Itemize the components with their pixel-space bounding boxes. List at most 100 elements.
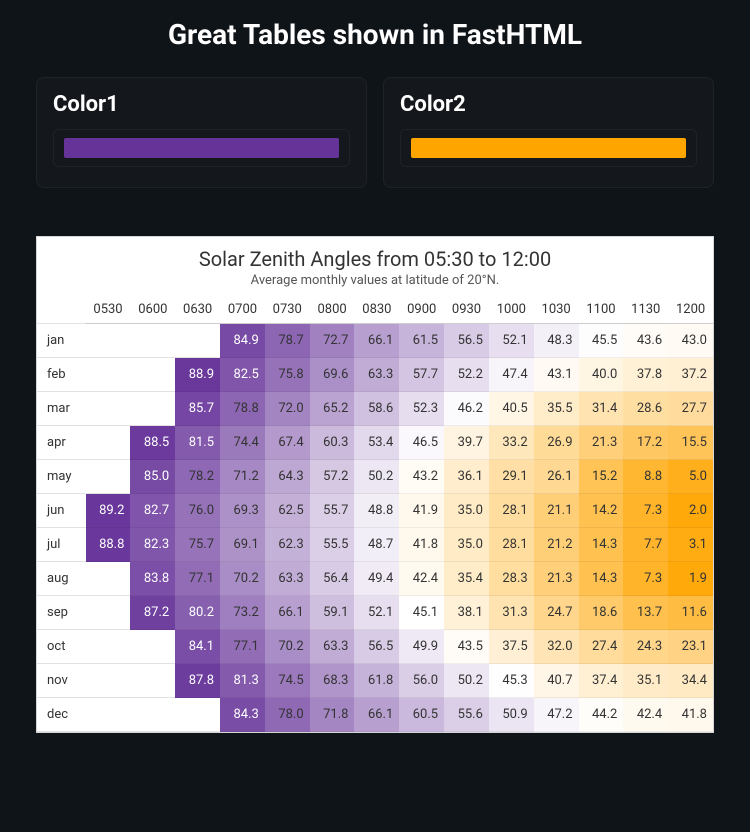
cell: 68.3 xyxy=(310,664,355,698)
cell: 35.5 xyxy=(534,392,579,426)
cell: 43.5 xyxy=(444,630,489,664)
cell: 46.2 xyxy=(444,392,489,426)
col-header: 0900 xyxy=(399,296,444,324)
cell: 27.4 xyxy=(579,630,624,664)
col-header: 0630 xyxy=(175,296,220,324)
cell: 56.5 xyxy=(444,324,489,358)
cell: 67.4 xyxy=(265,426,310,460)
color2-label: Color2 xyxy=(400,92,697,117)
cell: 21.2 xyxy=(534,528,579,562)
cell: 84.1 xyxy=(175,630,220,664)
cell: 66.1 xyxy=(354,324,399,358)
color1-card: Color1 xyxy=(36,77,367,188)
cell xyxy=(86,324,131,358)
cell: 66.1 xyxy=(354,698,399,732)
cell xyxy=(86,460,131,494)
cell: 35.0 xyxy=(444,494,489,528)
col-header: 0700 xyxy=(220,296,265,324)
cell: 31.3 xyxy=(489,596,534,630)
cell: 37.5 xyxy=(489,630,534,664)
cell xyxy=(86,698,131,732)
cell xyxy=(86,630,131,664)
cell: 47.4 xyxy=(489,358,534,392)
col-header: 1000 xyxy=(489,296,534,324)
cell: 82.5 xyxy=(220,358,265,392)
cell: 71.2 xyxy=(220,460,265,494)
col-header: 1100 xyxy=(579,296,624,324)
cell: 78.0 xyxy=(265,698,310,732)
cell: 70.2 xyxy=(220,562,265,596)
row-label: nov xyxy=(37,664,86,698)
cell: 89.2 xyxy=(86,494,131,528)
cell xyxy=(130,392,175,426)
cell: 21.3 xyxy=(534,562,579,596)
color1-swatch xyxy=(64,138,339,158)
cell: 62.3 xyxy=(265,528,310,562)
table-subtitle: Average monthly values at latitude of 20… xyxy=(37,273,713,296)
cell: 41.8 xyxy=(668,698,713,732)
cell: 50.9 xyxy=(489,698,534,732)
cell: 44.2 xyxy=(579,698,624,732)
zenith-table: 0530060006300700073008000830090009301000… xyxy=(37,296,713,732)
cell: 26.1 xyxy=(534,460,579,494)
cell: 15.2 xyxy=(579,460,624,494)
cell: 61.5 xyxy=(399,324,444,358)
cell: 33.2 xyxy=(489,426,534,460)
cell: 50.2 xyxy=(354,460,399,494)
color2-input[interactable] xyxy=(400,129,697,167)
cell: 88.8 xyxy=(86,528,131,562)
cell: 28.6 xyxy=(623,392,668,426)
cell: 56.4 xyxy=(310,562,355,596)
cell: 52.1 xyxy=(489,324,534,358)
cell: 57.7 xyxy=(399,358,444,392)
cell: 73.2 xyxy=(220,596,265,630)
cell: 81.3 xyxy=(220,664,265,698)
cell xyxy=(130,630,175,664)
cell: 85.7 xyxy=(175,392,220,426)
cell: 37.4 xyxy=(579,664,624,698)
cell: 63.3 xyxy=(354,358,399,392)
cell: 21.1 xyxy=(534,494,579,528)
cell: 59.1 xyxy=(310,596,355,630)
cell xyxy=(86,358,131,392)
cell: 58.6 xyxy=(354,392,399,426)
cell: 84.3 xyxy=(220,698,265,732)
cell: 7.7 xyxy=(623,528,668,562)
cell: 31.4 xyxy=(579,392,624,426)
color2-swatch xyxy=(411,138,686,158)
cell: 42.4 xyxy=(623,698,668,732)
cell: 14.3 xyxy=(579,528,624,562)
cell: 63.3 xyxy=(265,562,310,596)
cell: 43.2 xyxy=(399,460,444,494)
cell: 36.1 xyxy=(444,460,489,494)
cell xyxy=(130,698,175,732)
cell: 35.1 xyxy=(623,664,668,698)
col-header: 0830 xyxy=(354,296,399,324)
cell: 46.5 xyxy=(399,426,444,460)
cell: 80.2 xyxy=(175,596,220,630)
cell: 28.1 xyxy=(489,494,534,528)
row-label: jun xyxy=(37,494,86,528)
cell: 48.7 xyxy=(354,528,399,562)
cell: 40.5 xyxy=(489,392,534,426)
cell: 74.4 xyxy=(220,426,265,460)
cell: 47.2 xyxy=(534,698,579,732)
cell: 48.3 xyxy=(534,324,579,358)
cell: 18.6 xyxy=(579,596,624,630)
cell: 57.2 xyxy=(310,460,355,494)
cell: 28.1 xyxy=(489,528,534,562)
cell: 56.5 xyxy=(354,630,399,664)
cell: 34.4 xyxy=(668,664,713,698)
cell: 85.0 xyxy=(130,460,175,494)
col-header: 0800 xyxy=(310,296,355,324)
table-row: apr88.581.574.467.460.353.446.539.733.22… xyxy=(37,426,713,460)
cell xyxy=(86,426,131,460)
cell: 8.8 xyxy=(623,460,668,494)
table-row: jul88.882.375.769.162.355.548.741.835.02… xyxy=(37,528,713,562)
color1-input[interactable] xyxy=(53,129,350,167)
cell xyxy=(86,562,131,596)
cell: 1.9 xyxy=(668,562,713,596)
cell: 69.3 xyxy=(220,494,265,528)
cell: 55.7 xyxy=(310,494,355,528)
cell: 77.1 xyxy=(175,562,220,596)
